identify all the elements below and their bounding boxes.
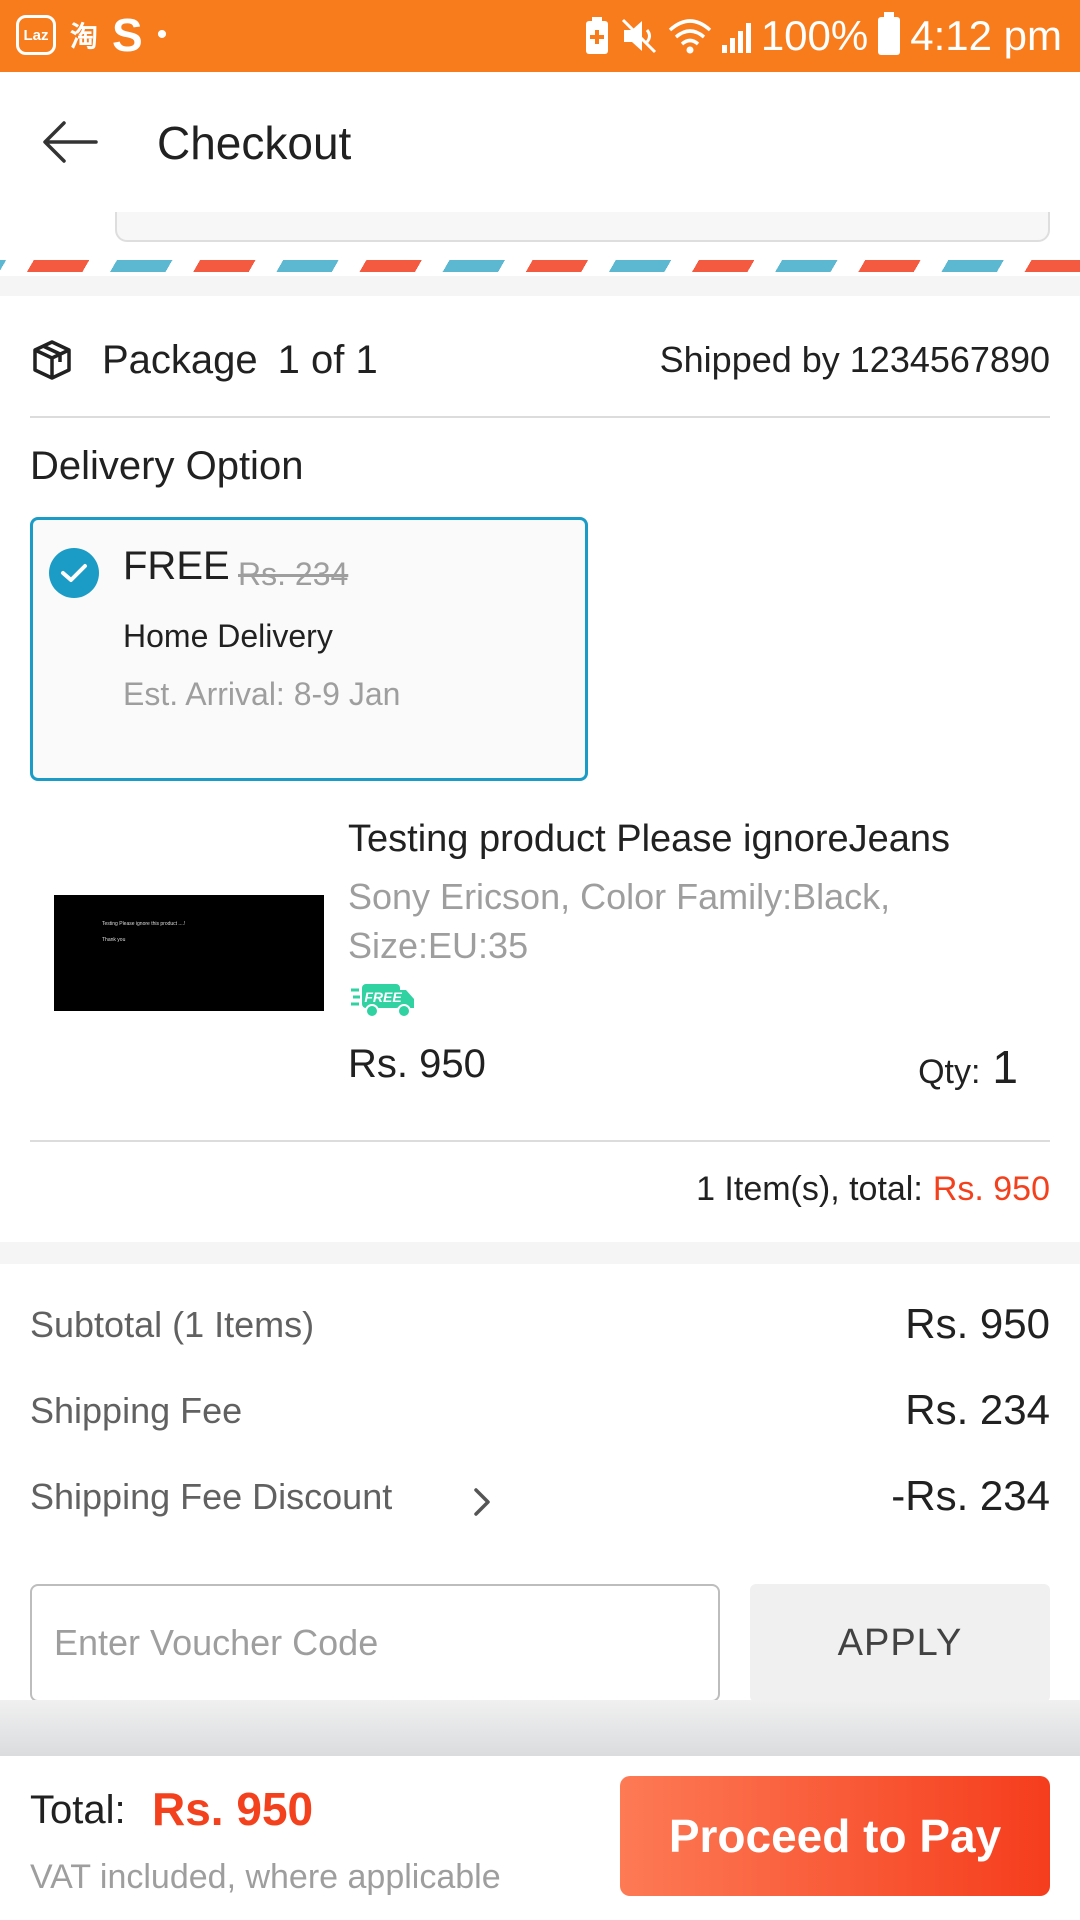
more-notifications-dot-icon: • <box>156 18 168 51</box>
cell-signal-icon <box>721 19 751 53</box>
package-header: Package 1 of 1 Shipped by 1234567890 <box>30 320 1050 400</box>
app-header: Checkout <box>0 72 1080 212</box>
delivery-price: FREE <box>123 544 230 588</box>
shipped-by: Shipped by 1234567890 <box>659 339 1050 380</box>
clock: 4:12 pm <box>910 12 1062 59</box>
shipping-discount-row[interactable]: Shipping Fee Discount -Rs. 234 <box>30 1470 1050 1530</box>
s-app-icon: S <box>112 9 143 61</box>
delivery-option-card[interactable]: FREE Rs. 234 Home Delivery Est. Arrival:… <box>30 517 588 781</box>
shipping-fee-label: Shipping Fee <box>30 1390 243 1431</box>
page-title: Checkout <box>157 117 352 169</box>
subtotal-row: Subtotal (1 Items) Rs. 950 <box>30 1298 1050 1358</box>
product-image-text: Testing Please ignore this product ....! <box>102 921 186 927</box>
product-image-text: Thank you <box>102 937 126 943</box>
total-value: Rs. 950 <box>152 1783 314 1835</box>
proceed-to-pay-button[interactable]: Proceed to Pay <box>620 1776 1050 1896</box>
divider <box>30 416 1050 418</box>
section-gap <box>0 1242 1080 1264</box>
divider <box>30 1140 1050 1142</box>
vat-note: VAT included, where applicable <box>30 1858 501 1896</box>
delivery-eta: Est. Arrival: 8-9 Jan <box>123 676 401 712</box>
delivery-option-title: Delivery Option <box>30 444 304 488</box>
package-total-value: Rs. 950 <box>932 1170 1050 1208</box>
voucher-code-input[interactable] <box>30 1584 720 1702</box>
product-name[interactable]: Testing product Please ignoreJeans <box>348 818 950 861</box>
battery-icon <box>878 12 901 55</box>
package-total-label: 1 Item(s), total: <box>696 1170 923 1208</box>
shipping-fee-value: Rs. 234 <box>905 1386 1050 1433</box>
package-count: 1 of 1 <box>277 337 378 382</box>
taobao-app-icon: 淘 <box>70 21 99 52</box>
status-bar: Laz 淘 S • 100% 4:12 pm <box>0 0 1080 72</box>
qty-value: 1 <box>992 1041 1018 1093</box>
battery-percent: 100% <box>760 12 869 59</box>
status-bar-notifications: Laz 淘 S • <box>16 12 167 58</box>
back-button[interactable] <box>38 112 102 172</box>
package-total: 1 Item(s), total: Rs. 950 <box>696 1170 1050 1209</box>
wifi-icon <box>668 19 711 54</box>
status-bar-system: 100% 4:12 pm <box>584 8 1062 64</box>
package-label: Package <box>102 337 258 382</box>
shipping-discount-value: -Rs. 234 <box>891 1472 1050 1519</box>
scroll-fade <box>0 1700 1080 1756</box>
airmail-stripe-divider <box>0 260 1080 272</box>
section-gap <box>0 276 1080 296</box>
product-quantity: Qty: 1 <box>918 1040 1018 1094</box>
chevron-right-icon[interactable] <box>468 1486 496 1518</box>
battery-saver-icon <box>585 17 608 54</box>
total-label: Total: <box>30 1788 126 1832</box>
subtotal-label: Subtotal (1 Items) <box>30 1304 315 1345</box>
arrow-left-icon <box>43 121 98 163</box>
product-variant: Sony Ericson, Color Family:Black, Size:E… <box>348 876 891 966</box>
free-shipping-truck-icon: FREE <box>351 984 414 1018</box>
product-price: Rs. 950 <box>348 1042 486 1086</box>
package-box-icon <box>33 340 71 380</box>
delivery-type: Home Delivery <box>123 618 333 654</box>
address-card[interactable] <box>115 212 1050 242</box>
qty-label: Qty: <box>918 1053 981 1091</box>
mute-icon <box>621 18 656 54</box>
shipping-fee-row: Shipping Fee Rs. 234 <box>30 1384 1050 1444</box>
checkmark-icon <box>49 548 99 598</box>
shipping-discount-label: Shipping Fee Discount <box>30 1476 393 1517</box>
lazada-app-icon: Laz <box>16 15 56 55</box>
delivery-original-price: Rs. 234 <box>238 556 349 592</box>
subtotal-value: Rs. 950 <box>905 1300 1050 1347</box>
apply-voucher-button[interactable]: APPLY <box>750 1584 1050 1702</box>
free-badge-label: FREE <box>364 989 402 1005</box>
product-image[interactable]: Testing Please ignore this product ....!… <box>54 895 324 1011</box>
checkout-footer: Total: Rs. 950 VAT included, where appli… <box>0 1756 1080 1920</box>
